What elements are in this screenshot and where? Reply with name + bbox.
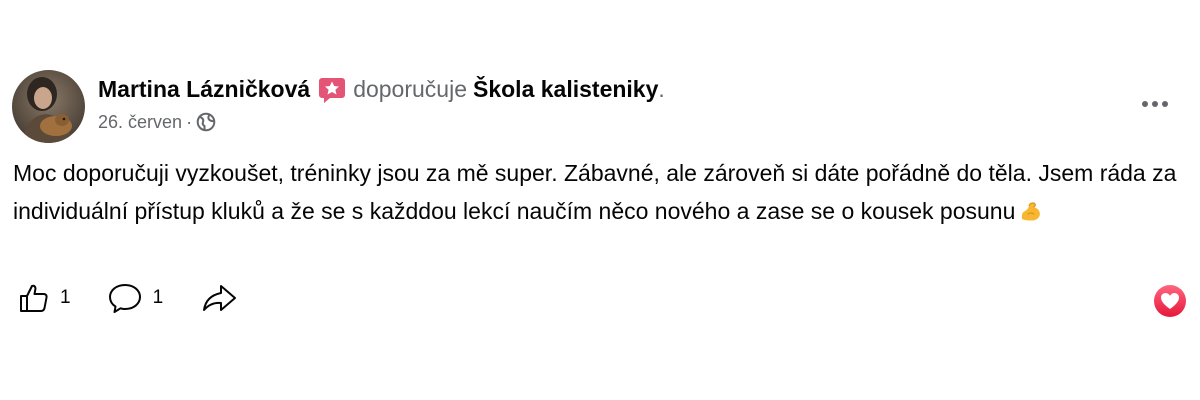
post-actions: 1 1 [18, 282, 275, 314]
post-date[interactable]: 26. červen [98, 110, 182, 134]
comment-button[interactable]: 1 [107, 282, 164, 314]
author-name[interactable]: Martina Lázničková [98, 72, 310, 106]
like-count: 1 [60, 287, 71, 308]
share-icon [203, 285, 237, 311]
love-reaction-icon[interactable] [1153, 284, 1187, 318]
share-button[interactable] [199, 282, 239, 314]
title-period: . [658, 76, 665, 102]
post-body-text: Moc doporučuji vyzkoušet, tréninky jsou … [13, 160, 1177, 224]
meta-separator: · [186, 112, 193, 132]
page-name-link[interactable]: Škola kalisteniky [473, 72, 658, 106]
comment-icon [108, 284, 141, 313]
avatar[interactable] [12, 70, 85, 143]
comment-count: 1 [152, 287, 164, 308]
thumbs-up-icon [20, 284, 48, 312]
flexed-biceps-emoji [1019, 196, 1043, 221]
post-header: Martina Lázničková doporučuje Škola kali… [98, 72, 665, 134]
post-title-line: Martina Lázničková doporučuje Škola kali… [98, 72, 665, 106]
review-post: Martina Lázničková doporučuje Škola kali… [0, 0, 1200, 400]
post-body: Moc doporučuji vyzkoušet, tréninky jsou … [13, 154, 1183, 230]
recommend-icon [318, 76, 346, 104]
like-button[interactable]: 1 [18, 282, 71, 314]
more-options-icon [1142, 101, 1168, 107]
recommend-verb: doporučuje [353, 76, 467, 102]
post-meta: 26. červen · [98, 110, 665, 134]
more-options-button[interactable] [1137, 90, 1173, 118]
globe-icon[interactable] [196, 112, 216, 132]
